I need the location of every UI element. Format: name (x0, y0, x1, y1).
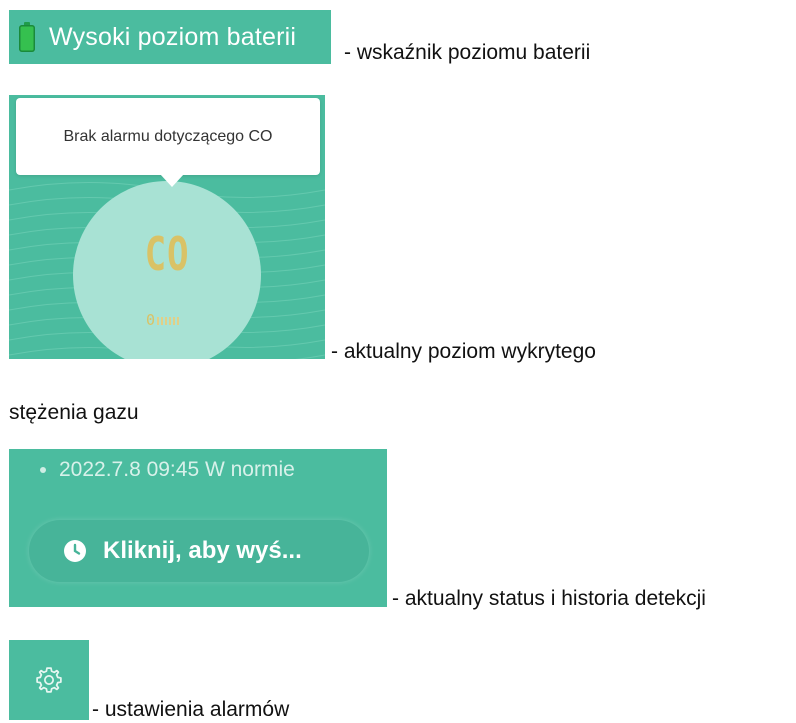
settings-caption: - ustawienia alarmów (92, 698, 290, 721)
battery-caption: - wskaźnik poziomu baterii (344, 41, 591, 64)
status-caption: - aktualny status i historia detekcji (392, 587, 706, 610)
co-gauge-panel: CO 0 Brak alarmu dotyczącego CO (9, 95, 325, 359)
detection-status-panel: 2022.7.8 09:45 W normie Kliknij, aby wyś… (9, 449, 387, 607)
battery-status-label: Wysoki poziom baterii (49, 22, 297, 51)
gas-reading: 0 (146, 311, 180, 329)
gas-reading-value: 0 (146, 311, 156, 329)
history-button[interactable]: Kliknij, aby wyś... (29, 520, 369, 582)
history-button-label: Kliknij, aby wyś... (103, 537, 302, 564)
alarm-status-tooltip: Brak alarmu dotyczącego CO (16, 98, 320, 187)
clock-icon (64, 540, 86, 562)
last-detection-status: 2022.7.8 09:45 W normie (59, 458, 295, 481)
alarm-settings-button[interactable] (9, 640, 89, 720)
gas-type-label: CO (144, 227, 190, 281)
reading-scale-ticks (157, 317, 180, 325)
gear-icon (36, 667, 62, 693)
gauge-caption-line2: stężenia gazu (9, 401, 139, 424)
alarm-status-text: Brak alarmu dotyczącego CO (63, 128, 273, 145)
battery-full-icon (19, 22, 35, 52)
battery-status-banner: Wysoki poziom baterii (9, 10, 331, 64)
status-bullet (40, 467, 46, 473)
gauge-caption-line1: - aktualny poziom wykrytego (331, 340, 596, 363)
